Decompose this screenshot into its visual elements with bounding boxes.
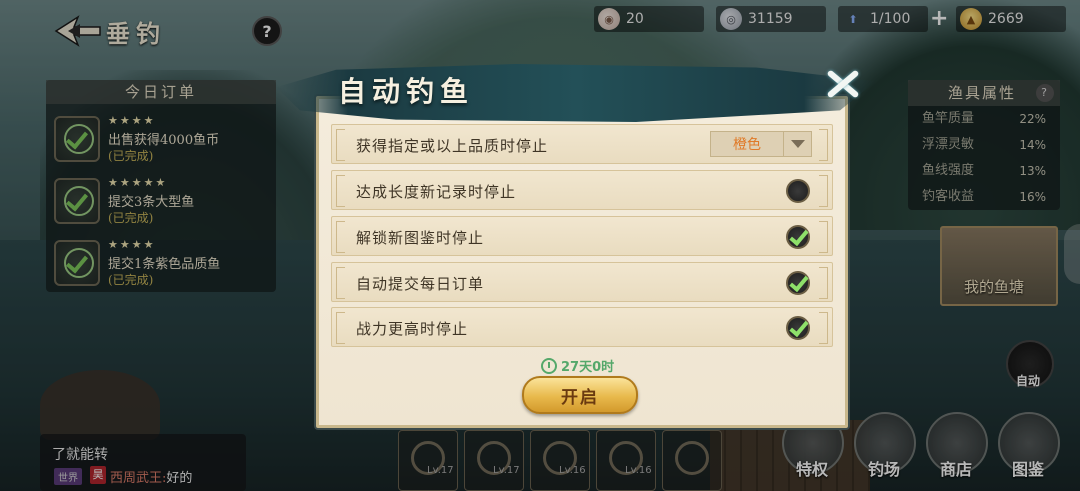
option-length-record-stop: 达成长度新记录时停止 [331,170,833,210]
dialog-title: 自动钓鱼 [338,75,475,108]
check-icon [789,271,809,293]
check-icon [789,225,809,247]
option-label: 解锁新图鉴时停止 [356,229,485,247]
start-button[interactable]: 开启 [522,376,638,414]
option-new-catalog-stop: 解锁新图鉴时停止 [331,216,833,256]
option-label: 达成长度新记录时停止 [356,183,517,201]
checkbox-checked[interactable] [786,225,810,249]
remaining-time: 27天0时 [541,356,614,375]
option-label: 获得指定或以上品质时停止 [356,137,549,155]
option-auto-submit-orders: 自动提交每日订单 [331,262,833,302]
clock-icon [541,357,557,374]
option-power-higher-stop: 战力更高时停止 [331,307,833,347]
checkbox-checked[interactable] [786,271,810,295]
checkbox-unchecked[interactable] [786,179,810,203]
checkbox-checked[interactable] [786,316,810,340]
chevron-down-icon [783,131,811,157]
dropdown-value: 橙色 [733,137,761,153]
option-quality-stop: 获得指定或以上品质时停止 橙色 [331,124,833,164]
check-icon [789,316,809,338]
close-button[interactable] [820,66,864,102]
option-label: 战力更高时停止 [356,320,469,338]
timer-text: 27天0时 [561,360,615,375]
option-label: 自动提交每日订单 [356,275,485,293]
quality-dropdown[interactable]: 橙色 [710,131,812,157]
